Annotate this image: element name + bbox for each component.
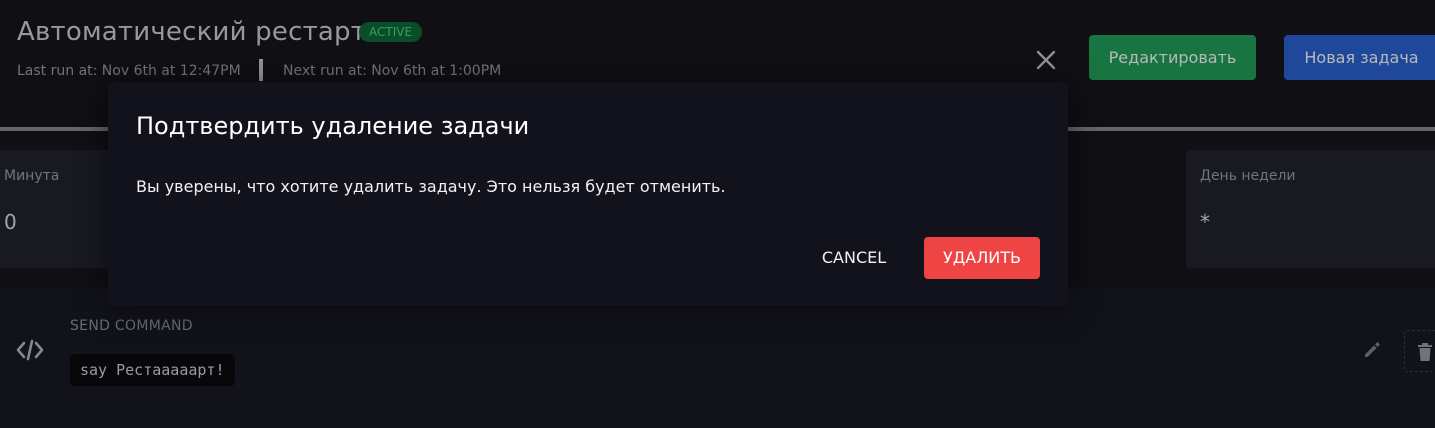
modal-title: Подтвердить удаление задачи <box>136 112 530 140</box>
modal-message: Вы уверены, что хотите удалить задачу. Э… <box>136 177 726 196</box>
confirm-delete-button[interactable]: УДАЛИТЬ <box>924 237 1040 279</box>
schedule-page: Автоматический рестарт ACTIVE Last run a… <box>0 0 1435 428</box>
cancel-button[interactable]: CANCEL <box>808 237 900 279</box>
confirm-delete-modal: Подтвердить удаление задачи Вы уверены, … <box>108 82 1068 306</box>
